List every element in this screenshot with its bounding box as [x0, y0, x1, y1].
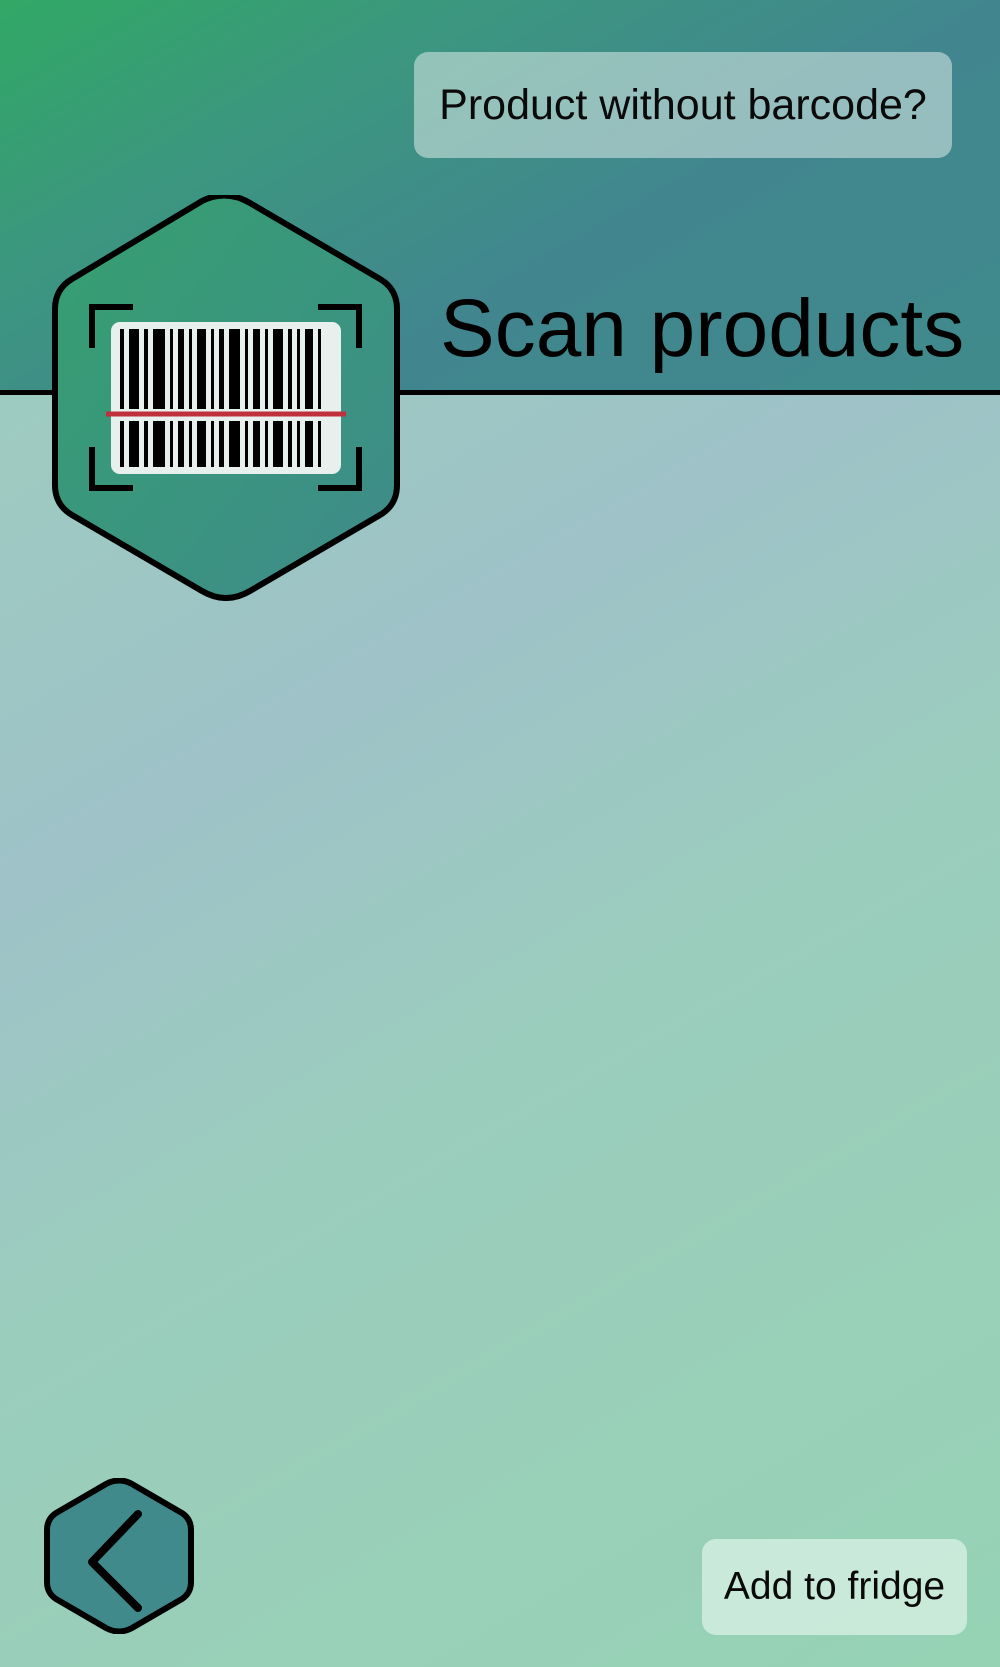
page-title: Scan products	[440, 283, 965, 374]
back-button[interactable]	[44, 1478, 194, 1634]
product-without-barcode-button[interactable]: Product without barcode?	[414, 52, 952, 158]
barcode-scan-icon	[52, 195, 400, 601]
add-to-fridge-button[interactable]: Add to fridge	[702, 1539, 967, 1635]
